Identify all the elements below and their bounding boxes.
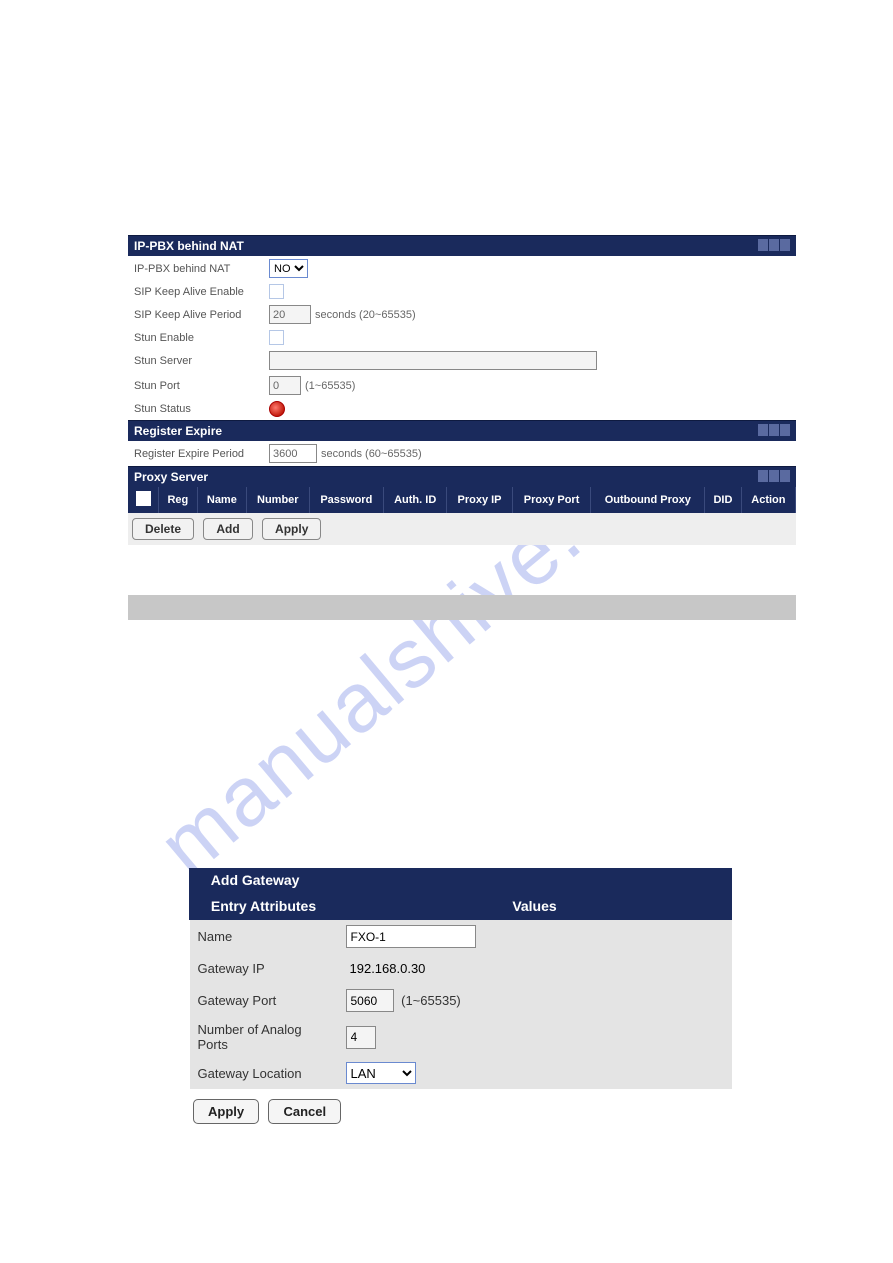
stun-port-input[interactable]: [269, 376, 301, 395]
stun-port-hint: (1~65535): [305, 380, 355, 392]
col-proxy-port: Proxy Port: [512, 487, 591, 513]
proxy-button-row: Delete Add Apply: [128, 513, 796, 545]
gateway-name-label: Name: [190, 920, 338, 954]
col-values: Values: [338, 893, 732, 920]
register-expire-period-input[interactable]: [269, 444, 317, 463]
gateway-location-label: Gateway Location: [190, 1057, 338, 1089]
select-all-checkbox[interactable]: [136, 491, 151, 506]
decor-square: [769, 239, 779, 251]
col-password: Password: [309, 487, 384, 513]
stun-port-label: Stun Port: [134, 380, 269, 392]
col-number: Number: [247, 487, 310, 513]
section-title: Proxy Server: [134, 470, 208, 484]
decor-square: [769, 424, 779, 436]
decor-square: [780, 424, 790, 436]
apply-button[interactable]: Apply: [262, 518, 321, 540]
gateway-location-select[interactable]: LAN: [346, 1062, 416, 1084]
section-title: IP-PBX behind NAT: [134, 239, 244, 253]
decor-square: [769, 470, 779, 482]
sip-keepalive-period-label: SIP Keep Alive Period: [134, 309, 269, 321]
col-outbound-proxy: Outbound Proxy: [591, 487, 705, 513]
stun-server-input[interactable]: [269, 351, 597, 370]
analog-ports-label: Number of Analog Ports: [190, 1017, 338, 1057]
stun-server-label: Stun Server: [134, 355, 269, 367]
decor-square: [758, 239, 768, 251]
col-entry-attributes: Entry Attributes: [190, 893, 338, 920]
decor-square: [758, 470, 768, 482]
proxy-server-table: Reg Name Number Password Auth. ID Proxy …: [128, 487, 796, 513]
proxy-table-header: Reg Name Number Password Auth. ID Proxy …: [128, 487, 796, 513]
stun-status-label: Stun Status: [134, 403, 269, 415]
stun-enable-checkbox[interactable]: [269, 330, 284, 345]
cancel-button[interactable]: Cancel: [268, 1099, 341, 1124]
gateway-button-row: Apply Cancel: [189, 1089, 732, 1134]
ip-pbx-behind-nat-label: IP-PBX behind NAT: [134, 263, 269, 275]
add-gateway-title: Add Gateway: [189, 868, 732, 892]
section-title: Register Expire: [134, 424, 222, 438]
col-proxy-ip: Proxy IP: [447, 487, 512, 513]
section-register-expire: Register Expire: [128, 420, 796, 441]
add-gateway-panel: Add Gateway Entry Attributes Values Name…: [189, 868, 732, 1134]
gateway-port-hint: (1~65535): [401, 993, 461, 1008]
separator-bar: [128, 595, 796, 620]
col-reg: Reg: [159, 487, 198, 513]
decor-square: [758, 424, 768, 436]
ip-pbx-behind-nat-select[interactable]: NO: [269, 259, 308, 278]
gateway-port-input[interactable]: [346, 989, 394, 1012]
delete-button[interactable]: Delete: [132, 518, 194, 540]
sip-keepalive-enable-label: SIP Keep Alive Enable: [134, 286, 269, 298]
decor-square: [780, 239, 790, 251]
register-expire-period-hint: seconds (60~65535): [321, 448, 422, 460]
sip-keepalive-enable-checkbox[interactable]: [269, 284, 284, 299]
gateway-form-table: Entry Attributes Values Name Gateway IP …: [189, 892, 732, 1089]
section-proxy-server: Proxy Server: [128, 466, 796, 487]
sip-keepalive-period-hint: seconds (20~65535): [315, 309, 416, 321]
section-ip-pbx-nat: IP-PBX behind NAT: [128, 235, 796, 256]
gateway-name-input[interactable]: [346, 925, 476, 948]
col-did: DID: [705, 487, 742, 513]
col-action: Action: [741, 487, 795, 513]
stun-enable-label: Stun Enable: [134, 332, 269, 344]
apply-button[interactable]: Apply: [193, 1099, 259, 1124]
col-name: Name: [197, 487, 246, 513]
add-button[interactable]: Add: [203, 518, 252, 540]
register-expire-period-label: Register Expire Period: [134, 448, 269, 460]
gateway-port-label: Gateway Port: [190, 984, 338, 1017]
gateway-ip-label: Gateway IP: [190, 953, 338, 984]
gateway-ip-value: [346, 958, 724, 979]
stun-status-indicator-icon: [269, 401, 285, 417]
sip-keepalive-period-input[interactable]: [269, 305, 311, 324]
analog-ports-input[interactable]: [346, 1026, 376, 1049]
decor-square: [780, 470, 790, 482]
ip-pbx-panel: IP-PBX behind NAT IP-PBX behind NAT NO S…: [128, 235, 796, 545]
col-auth-id: Auth. ID: [384, 487, 447, 513]
